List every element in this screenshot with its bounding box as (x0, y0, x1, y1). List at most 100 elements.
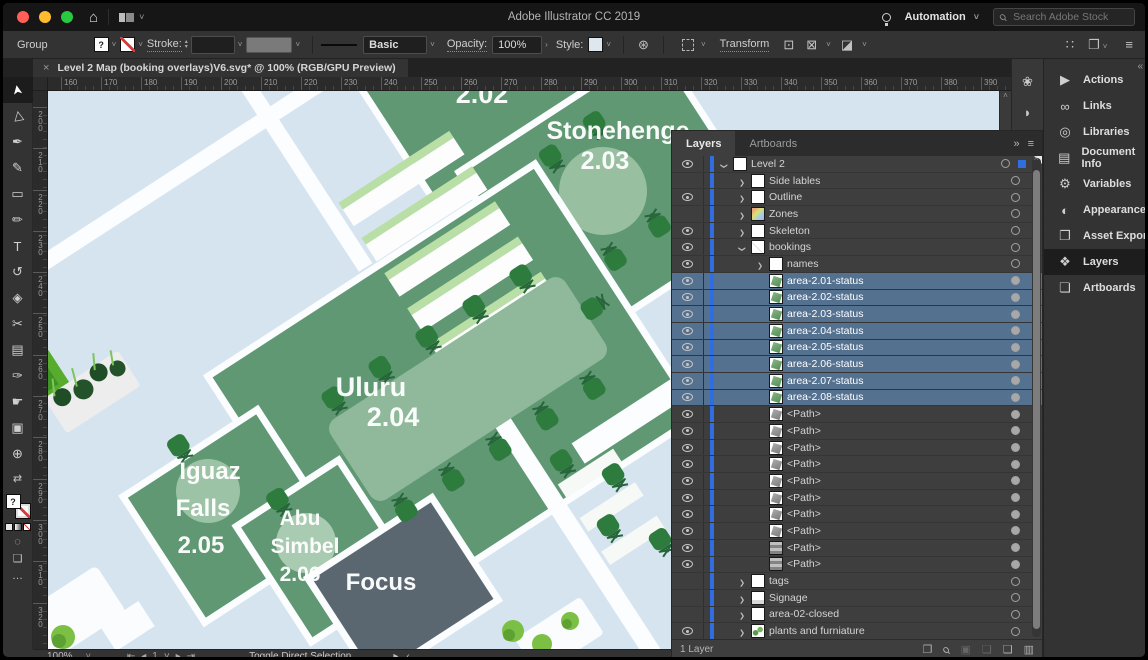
locate-object-icon[interactable]: ϙ (940, 643, 953, 656)
layer-row[interactable]: area-2.05-status (672, 340, 1042, 357)
layer-row[interactable]: area-2.01-status (672, 273, 1042, 290)
small-table[interactable] (515, 597, 604, 649)
target-circle[interactable] (1011, 493, 1020, 502)
bounding-box-icon[interactable]: ⊡ (783, 37, 794, 53)
screen-mode-icon[interactable]: ❏ (13, 553, 23, 565)
target-circle[interactable] (1011, 209, 1020, 218)
layer-name[interactable]: area-2.02-status (787, 291, 863, 303)
visibility-toggle[interactable] (672, 356, 704, 372)
layer-row[interactable]: area-2.02-status (672, 290, 1042, 307)
expand-chevron-icon[interactable] (737, 238, 747, 256)
chevron-down-icon[interactable]: ˅ (701, 40, 706, 49)
target-circle[interactable] (1011, 560, 1020, 569)
isolate-selection-icon[interactable]: ⊠ (806, 37, 817, 53)
target-circle[interactable] (1011, 193, 1020, 202)
collect-for-export-icon[interactable]: ❐ (922, 643, 932, 656)
target-circle[interactable] (1011, 293, 1020, 302)
stroke-color-swatch[interactable] (120, 37, 135, 52)
layer-thumbnail[interactable] (769, 374, 783, 388)
tab-layers[interactable]: Layers (672, 131, 735, 156)
prev-artboard-icon[interactable]: ◂ (141, 651, 146, 660)
chevron-down-icon[interactable]: ˅ (139, 12, 144, 22)
layer-thumbnail[interactable] (751, 207, 765, 221)
target-circle[interactable] (1011, 510, 1020, 519)
direct-selection-tool[interactable]: ▷ (3, 103, 33, 129)
panel-artboards[interactable]: ❏ Artboards (1044, 275, 1148, 301)
visibility-toggle[interactable] (672, 473, 704, 489)
width-profile-dropdown[interactable] (246, 37, 292, 53)
transform-link[interactable]: Transform (720, 38, 770, 52)
layer-name[interactable]: area-2.03-status (787, 308, 863, 320)
curvature-tool[interactable]: ✎ (3, 155, 33, 181)
expand-chevron-icon[interactable] (755, 288, 765, 306)
scissors-tool[interactable]: ✂ (3, 311, 33, 337)
document-tab[interactable]: × Level 2 Map (booking overlays)V6.svg* … (33, 59, 408, 77)
panel-menu-icon[interactable]: ≡ (1028, 138, 1034, 150)
chevron-down-icon[interactable]: ˅ (826, 40, 831, 49)
home-icon[interactable]: ⌂ (89, 9, 98, 26)
eraser-tool[interactable]: ◈ (3, 285, 33, 311)
layer-thumbnail[interactable] (769, 257, 783, 271)
expand-chevron-icon[interactable] (737, 172, 747, 190)
layer-name[interactable]: <Path> (787, 425, 821, 437)
automation-menu[interactable]: Automation ˅ (905, 11, 979, 23)
layer-row[interactable]: <Path> (672, 440, 1042, 457)
shear-icon[interactable]: ◪ (841, 37, 853, 53)
visibility-toggle[interactable] (672, 223, 704, 239)
visibility-toggle[interactable] (672, 189, 704, 205)
selection-tool[interactable]: ➤ (3, 77, 33, 103)
visibility-toggle[interactable] (672, 340, 704, 356)
stroke-label[interactable]: Stroke: (147, 38, 182, 52)
target-circle[interactable] (1011, 627, 1020, 636)
expand-chevron-icon[interactable] (755, 555, 765, 573)
layer-row[interactable]: names (672, 256, 1042, 273)
zoom-window-button[interactable] (61, 11, 73, 23)
layer-name[interactable]: <Path> (787, 508, 821, 520)
expand-chevron-icon[interactable] (737, 205, 747, 223)
layer-name[interactable]: Level 2 (751, 158, 785, 170)
visibility-toggle[interactable] (672, 290, 704, 306)
target-circle[interactable] (1011, 393, 1020, 402)
visibility-toggle[interactable] (672, 273, 704, 289)
expand-chevron-icon[interactable] (755, 372, 765, 390)
target-circle[interactable] (1011, 460, 1020, 469)
target-circle[interactable] (1011, 310, 1020, 319)
last-artboard-icon[interactable]: ⇥ (187, 651, 195, 660)
layer-thumbnail[interactable] (769, 390, 783, 404)
layer-name[interactable]: <Path> (787, 408, 821, 420)
expand-chevron-icon[interactable] (755, 422, 765, 440)
panel-menu-icon[interactable]: ≡ (1125, 37, 1133, 52)
layer-row[interactable]: Level 2 (672, 156, 1042, 173)
more-tools-icon[interactable]: … (12, 570, 23, 582)
layer-row[interactable]: area-2.03-status (672, 306, 1042, 323)
visibility-toggle[interactable] (672, 406, 704, 422)
layer-name[interactable]: <Path> (787, 492, 821, 504)
visibility-toggle[interactable] (672, 173, 704, 189)
layer-row[interactable]: plants and furniature (672, 623, 1042, 639)
layer-thumbnail[interactable] (751, 240, 765, 254)
layer-name[interactable]: area-2.08-status (787, 391, 863, 403)
expand-chevron-icon[interactable] (755, 522, 765, 540)
swap-fill-stroke-icon[interactable]: ⇄ (13, 473, 22, 485)
zoom-level[interactable]: 100% (47, 651, 73, 660)
expand-chevron-icon[interactable] (755, 405, 765, 423)
visibility-toggle[interactable] (672, 440, 704, 456)
stroke-width-field[interactable] (191, 36, 235, 54)
layer-thumbnail[interactable] (751, 607, 765, 621)
panel-appearance[interactable]: ◐ Appearance (1044, 197, 1148, 223)
target-circle[interactable] (1011, 410, 1020, 419)
target-circle[interactable] (1011, 376, 1020, 385)
make-mask-icon[interactable]: ▣ (960, 643, 970, 656)
target-circle[interactable] (1011, 243, 1020, 252)
tab-artboards[interactable]: Artboards (735, 131, 811, 156)
collapse-dock-icon[interactable]: « (1137, 61, 1143, 72)
layer-name[interactable]: <Path> (787, 458, 821, 470)
chevron-down-icon[interactable]: ˅ (430, 40, 435, 49)
layer-name[interactable]: area-2.01-status (787, 275, 863, 287)
draw-mode-icon[interactable]: ◌ (14, 536, 21, 548)
layer-row[interactable]: area-2.08-status (672, 390, 1042, 407)
visibility-toggle[interactable] (672, 590, 704, 606)
chevron-down-icon[interactable]: ˅ (86, 651, 91, 660)
target-circle[interactable] (1011, 276, 1020, 285)
chevron-down-icon[interactable]: ˅ (112, 40, 117, 49)
